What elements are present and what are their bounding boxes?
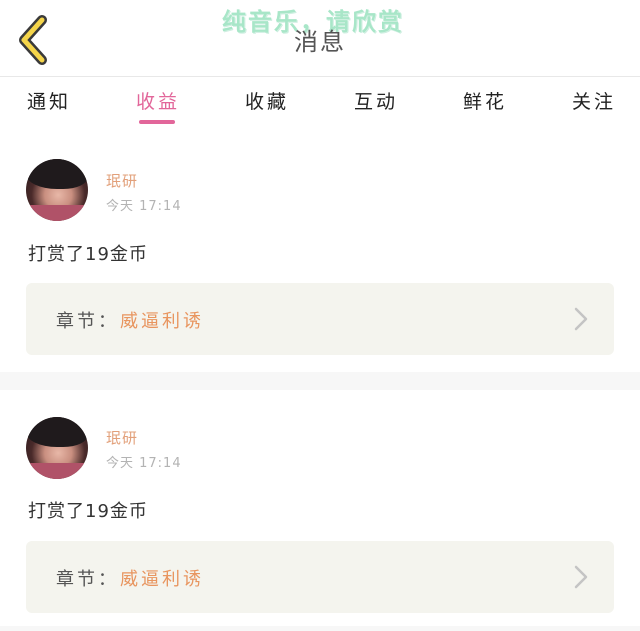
chapter-link[interactable]: 章节： 威逼利诱 [26,541,614,613]
active-tab-indicator [139,120,175,124]
avatar[interactable] [26,417,88,479]
notification-message: 打赏了19金币 [28,501,148,522]
username[interactable]: 珉研 [106,427,138,448]
timestamp: 今天 17:14 [106,456,182,471]
avatar-shirt [26,205,88,221]
tab-interactions[interactable]: 互动 [354,87,398,114]
tab-earnings[interactable]: 收益 [136,87,180,114]
chevron-right-icon [574,307,588,331]
avatar-hair [26,417,88,447]
timestamp: 今天 17:14 [106,199,182,214]
chapter-label: 章节： [56,311,119,332]
page-title: 消息 [294,28,346,56]
tab-following[interactable]: 关注 [572,87,616,114]
chapter-title: 威逼利诱 [120,311,204,332]
notification-card: 珉研 今天 17:14 打赏了19金币 章节： 威逼利诱 [0,133,640,372]
chapter-link[interactable]: 章节： 威逼利诱 [26,283,614,355]
avatar-shirt [26,463,88,479]
chevron-right-icon [574,565,588,589]
header-bar: 纯音乐，请欣赏 消息 [0,0,640,77]
tab-notifications[interactable]: 通知 [27,87,71,114]
chapter-label: 章节： [56,569,119,590]
tab-bar: 通知 收益 收藏 互动 鲜花 关注 [0,77,640,129]
username[interactable]: 珉研 [106,170,138,191]
avatar[interactable] [26,159,88,221]
section-divider [0,372,640,390]
notification-card: 珉研 今天 17:14 打赏了19金币 章节： 威逼利诱 [0,390,640,629]
bottom-divider [0,626,640,631]
tab-flowers[interactable]: 鲜花 [463,87,507,114]
notification-message: 打赏了19金币 [28,244,148,265]
tab-favorites[interactable]: 收藏 [245,87,289,114]
avatar-hair [26,159,88,189]
chapter-title: 威逼利诱 [120,569,204,590]
